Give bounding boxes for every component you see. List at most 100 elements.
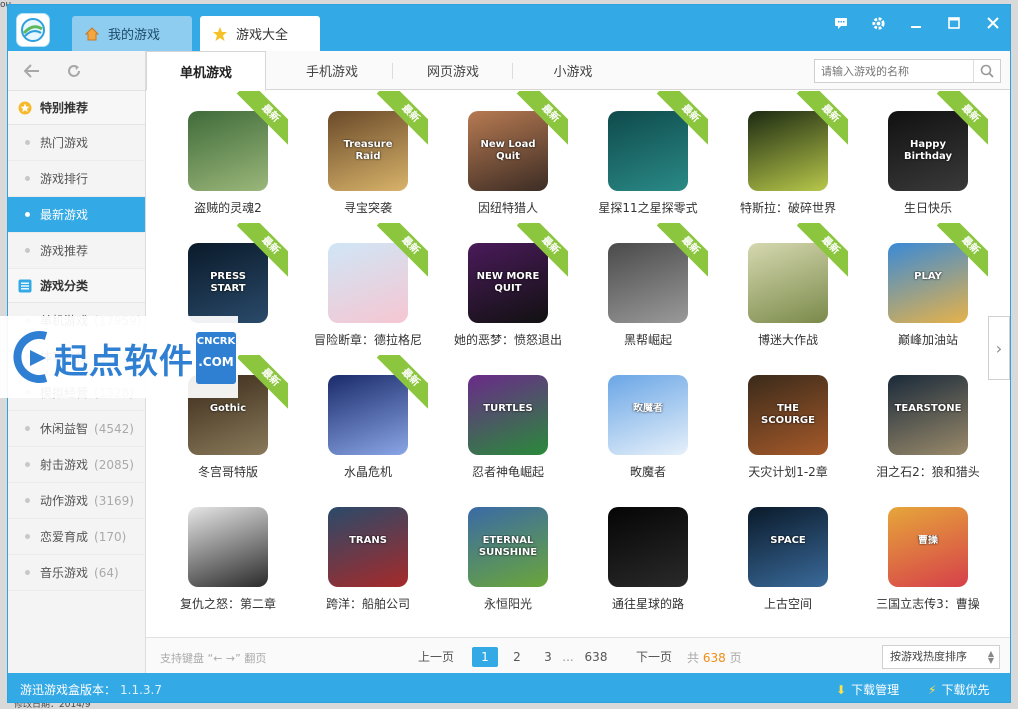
search-icon[interactable] bbox=[973, 60, 1000, 82]
sidebar-item[interactable]: 恋爱育成 (170) bbox=[8, 519, 145, 555]
sidebar-item[interactable]: 热门游戏 bbox=[8, 125, 145, 161]
sidebar-item[interactable]: 游戏推荐 bbox=[8, 233, 145, 269]
new-badge-label: 最新 bbox=[236, 355, 288, 412]
sidebar-item[interactable]: 射击游戏 (2085) bbox=[8, 447, 145, 483]
close-icon[interactable] bbox=[980, 10, 1006, 36]
game-title[interactable]: 天灾计划1-2章 bbox=[718, 463, 858, 480]
sidebar-item[interactable]: 动作游戏 (3169) bbox=[8, 483, 145, 519]
refresh-icon[interactable] bbox=[62, 59, 86, 83]
prev-page-link[interactable]: 上一页 bbox=[416, 647, 456, 667]
game-tile[interactable]: 最新 星探11之星探零式 bbox=[578, 91, 718, 223]
game-thumbnail[interactable]: TRANS bbox=[328, 507, 408, 587]
game-thumbnail[interactable]: SPACE bbox=[748, 507, 828, 587]
game-thumbnail[interactable]: THE SCOURGE bbox=[748, 375, 828, 455]
game-tile[interactable]: 最新 水晶危机 bbox=[298, 355, 438, 487]
game-thumbnail[interactable] bbox=[608, 507, 688, 587]
sort-select[interactable]: 按游戏热度排序 ▲ ▼ bbox=[882, 645, 1000, 669]
game-tile[interactable]: 通往星球的路 bbox=[578, 487, 718, 619]
game-thumbnail[interactable]: TURTLES bbox=[468, 375, 548, 455]
game-thumbnail[interactable] bbox=[188, 507, 268, 587]
game-tile[interactable]: New Load Quit 最新 因纽特猎人 bbox=[438, 91, 578, 223]
game-title[interactable]: 生日快乐 bbox=[858, 199, 998, 216]
new-badge-label: 最新 bbox=[516, 91, 568, 148]
game-title[interactable]: 泪之石2：狼和猎头 bbox=[858, 463, 998, 480]
subtab-mobile-games[interactable]: 手机游戏 bbox=[272, 51, 392, 90]
game-title[interactable]: 星探11之星探零式 bbox=[578, 199, 718, 216]
game-tile[interactable]: Treasure Raid 最新 寻宝突袭 bbox=[298, 91, 438, 223]
game-title[interactable]: 跨洋：船舶公司 bbox=[298, 595, 438, 612]
game-title[interactable]: 三国立志传3：曹操 bbox=[858, 595, 998, 612]
game-tile[interactable]: 最新 博迷大作战 bbox=[718, 223, 858, 355]
game-tile[interactable]: ETERNAL SUNSHINE 永恒阳光 bbox=[438, 487, 578, 619]
game-title[interactable]: 复仇之怒：第二章 bbox=[158, 595, 298, 612]
game-tile[interactable]: 畋魔者 畋魔者 bbox=[578, 355, 718, 487]
game-tile[interactable]: 最新 冒险断章：德拉格尼 bbox=[298, 223, 438, 355]
sidebar-item[interactable]: 游戏排行 bbox=[8, 161, 145, 197]
minimize-icon[interactable] bbox=[903, 10, 929, 36]
game-tile[interactable]: 最新 黑帮崛起 bbox=[578, 223, 718, 355]
game-tile[interactable]: TRANS 跨洋：船舶公司 bbox=[298, 487, 438, 619]
download-manage-button[interactable]: ⬇ 下载管理 bbox=[836, 681, 899, 698]
game-thumbnail[interactable]: TEARSTONE bbox=[888, 375, 968, 455]
game-title[interactable]: 博迷大作战 bbox=[718, 331, 858, 348]
game-thumbnail-text: SPACE bbox=[770, 535, 806, 546]
tab-my-games[interactable]: 我的游戏 bbox=[72, 16, 192, 51]
sidebar-item-label: 动作游戏 bbox=[40, 494, 89, 508]
game-title[interactable]: 永恒阳光 bbox=[438, 595, 578, 612]
game-title[interactable]: 因纽特猎人 bbox=[438, 199, 578, 216]
total-count: 638 bbox=[702, 651, 726, 665]
game-tile[interactable]: PLAY 最新 巅峰加油站 bbox=[858, 223, 998, 355]
game-thumbnail[interactable]: 曹操 bbox=[888, 507, 968, 587]
game-title[interactable]: 畋魔者 bbox=[578, 463, 718, 480]
game-tile[interactable]: TURTLES 忍者神龟崛起 bbox=[438, 355, 578, 487]
next-page-arrow-icon[interactable]: › bbox=[988, 316, 1010, 380]
sidebar-item[interactable]: 最新游戏 bbox=[8, 197, 145, 233]
subtab-mini-games[interactable]: 小游戏 bbox=[513, 51, 633, 90]
game-title[interactable]: 她的恶梦：愤怒退出 bbox=[438, 331, 578, 348]
game-tile[interactable]: TEARSTONE 泪之石2：狼和猎头 bbox=[858, 355, 998, 487]
game-title[interactable]: 冒险断章：德拉格尼 bbox=[298, 331, 438, 348]
subtab-standalone-games[interactable]: 单机游戏 bbox=[146, 51, 266, 91]
game-title[interactable]: 黑帮崛起 bbox=[578, 331, 718, 348]
game-title[interactable]: 上古空间 bbox=[718, 595, 858, 612]
game-tile[interactable]: 最新盗贼的灵魂2 bbox=[158, 91, 298, 223]
game-tile[interactable]: 复仇之怒：第二章 bbox=[158, 487, 298, 619]
game-title[interactable]: 盗贼的灵魂2 bbox=[158, 199, 298, 216]
game-tile[interactable]: SPACE 上古空间 bbox=[718, 487, 858, 619]
game-tile[interactable]: NEW MORE QUIT 最新 她的恶梦：愤怒退出 bbox=[438, 223, 578, 355]
sidebar-item[interactable]: 音乐游戏 (64) bbox=[8, 555, 145, 591]
maximize-icon[interactable] bbox=[941, 10, 967, 36]
game-title[interactable]: 忍者神龟崛起 bbox=[438, 463, 578, 480]
game-tile[interactable]: THE SCOURGE 天灾计划1-2章 bbox=[718, 355, 858, 487]
game-title[interactable]: 通往星球的路 bbox=[578, 595, 718, 612]
game-tile[interactable]: Happy Birthday 最新 生日快乐 bbox=[858, 91, 998, 223]
game-title[interactable]: 冬宫哥特版 bbox=[158, 463, 298, 480]
game-tile[interactable]: 最新 特斯拉：破碎世界 bbox=[718, 91, 858, 223]
search-input[interactable] bbox=[815, 60, 973, 82]
game-tile[interactable]: 曹操三国立志传3：曹操 bbox=[858, 487, 998, 619]
gear-icon[interactable] bbox=[865, 10, 891, 36]
page-1[interactable]: 1 bbox=[472, 647, 498, 667]
game-title[interactable]: 特斯拉：破碎世界 bbox=[718, 199, 858, 216]
page-3[interactable]: 3 bbox=[539, 647, 557, 667]
game-thumbnail[interactable]: ETERNAL SUNSHINE bbox=[468, 507, 548, 587]
page-2[interactable]: 2 bbox=[508, 647, 526, 667]
game-title[interactable]: 寻宝突袭 bbox=[298, 199, 438, 216]
game-thumbnail[interactable]: 畋魔者 bbox=[608, 375, 688, 455]
chat-icon[interactable] bbox=[828, 10, 854, 36]
main-content: 单机游戏 手机游戏 网页游戏 小游戏 最新盗贼的灵魂2Treasure Raid… bbox=[146, 51, 1010, 673]
total-prefix: 共 bbox=[687, 651, 700, 665]
sidebar-item-label: 休闲益智 bbox=[40, 422, 89, 436]
page-ellipsis: ... bbox=[562, 650, 574, 664]
subtab-web-games[interactable]: 网页游戏 bbox=[393, 51, 513, 90]
page-last[interactable]: 638 bbox=[582, 647, 610, 667]
new-badge: 最新 bbox=[228, 91, 288, 151]
sidebar-item[interactable]: 休闲益智 (4542) bbox=[8, 411, 145, 447]
game-title[interactable]: 巅峰加油站 bbox=[858, 331, 998, 348]
back-arrow-icon[interactable] bbox=[20, 59, 44, 83]
download-priority-button[interactable]: ⚡ 下载优先 bbox=[928, 681, 989, 698]
section-featured-title: 特别推荐 bbox=[40, 101, 89, 115]
tab-all-games[interactable]: 游戏大全 bbox=[200, 16, 320, 51]
next-page-link[interactable]: 下一页 bbox=[634, 647, 674, 667]
game-title[interactable]: 水晶危机 bbox=[298, 463, 438, 480]
